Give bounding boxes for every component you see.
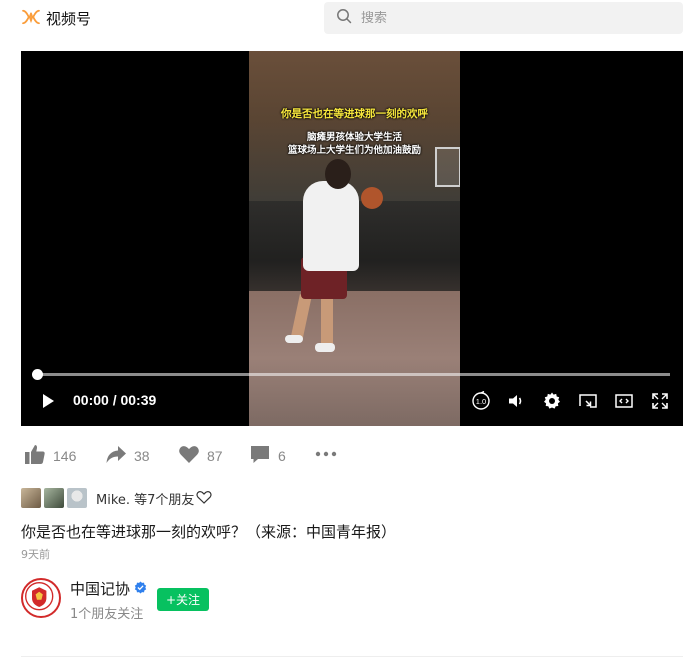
friend-avatar[interactable] <box>67 488 87 508</box>
section-divider <box>21 656 683 657</box>
app-title: 视频号 <box>46 10 92 28</box>
channels-logo-icon <box>22 9 40 29</box>
friend-avatar[interactable] <box>21 488 41 508</box>
verified-icon <box>130 580 147 598</box>
share-count: 38 <box>134 448 150 464</box>
post-description: 你是否也在等进球那一刻的欢呼？（来源：中国青年报） <box>21 523 397 541</box>
action-bar: 146 38 87 6 <box>24 444 364 468</box>
app-logo[interactable]: 视频号 <box>22 8 91 29</box>
volume-icon[interactable] <box>506 391 526 411</box>
picture-in-picture-icon[interactable] <box>614 391 634 411</box>
play-icon[interactable] <box>41 393 55 409</box>
follow-button[interactable]: +关注 <box>157 588 209 611</box>
video-caption-title: 你是否也在等进球那一刻的欢呼 <box>281 108 428 120</box>
progress-bar[interactable] <box>32 369 670 380</box>
basketball-player <box>303 181 359 271</box>
author-avatar[interactable] <box>21 578 61 618</box>
gear-icon[interactable] <box>542 391 562 411</box>
fullscreen-icon[interactable] <box>650 391 670 411</box>
like-count: 146 <box>53 448 77 464</box>
comment-icon <box>249 443 271 469</box>
author-followers-text: 1个朋友关注 <box>70 607 144 622</box>
more-icon <box>315 443 337 469</box>
favorite-button[interactable]: 87 <box>178 444 223 468</box>
heart-outline-icon <box>194 489 213 508</box>
share-icon <box>105 443 127 469</box>
friend-avatar[interactable] <box>44 488 64 508</box>
heart-icon <box>178 443 200 469</box>
author-name-row[interactable]: 中国记协 <box>70 578 147 599</box>
video-caption-line1: 脑瘫男孩体验大学生活 <box>306 132 402 143</box>
search-icon <box>336 8 352 28</box>
video-frame[interactable]: 你是否也在等进球那一刻的欢呼 脑瘫男孩体验大学生活 篮球场上大学生们为他加油鼓励 <box>249 51 460 426</box>
author-name[interactable]: 中国记协 <box>70 578 130 599</box>
thumbs-up-icon <box>24 443 46 469</box>
progress-handle[interactable] <box>32 369 43 380</box>
comment-count: 6 <box>278 448 286 464</box>
top-header: 视频号 <box>0 0 683 38</box>
search-bar[interactable] <box>324 2 683 34</box>
search-input[interactable] <box>361 10 661 26</box>
comment-button[interactable]: 6 <box>249 444 286 468</box>
favorite-count: 87 <box>207 448 223 464</box>
time-display: 00:00 / 00:39 <box>73 392 157 408</box>
share-button[interactable]: 38 <box>105 444 150 468</box>
playback-speed-icon[interactable]: 1.0 <box>471 390 491 411</box>
svg-text:1.0: 1.0 <box>476 397 486 406</box>
video-caption-line2: 篮球场上大学生们为他加油鼓励 <box>287 145 421 156</box>
video-player[interactable]: 你是否也在等进球那一刻的欢呼 脑瘫男孩体验大学生活 篮球场上大学生们为他加油鼓励… <box>21 51 683 426</box>
like-button[interactable]: 146 <box>24 444 76 468</box>
friends-liked-row[interactable]: Mike. 等7个朋友 <box>21 487 213 509</box>
post-time: 9天前 <box>21 548 50 561</box>
friends-liked-text: Mike. 等7个朋友 <box>96 492 195 508</box>
basketball <box>361 187 383 209</box>
more-button[interactable] <box>315 444 337 468</box>
cast-icon[interactable] <box>578 391 598 411</box>
